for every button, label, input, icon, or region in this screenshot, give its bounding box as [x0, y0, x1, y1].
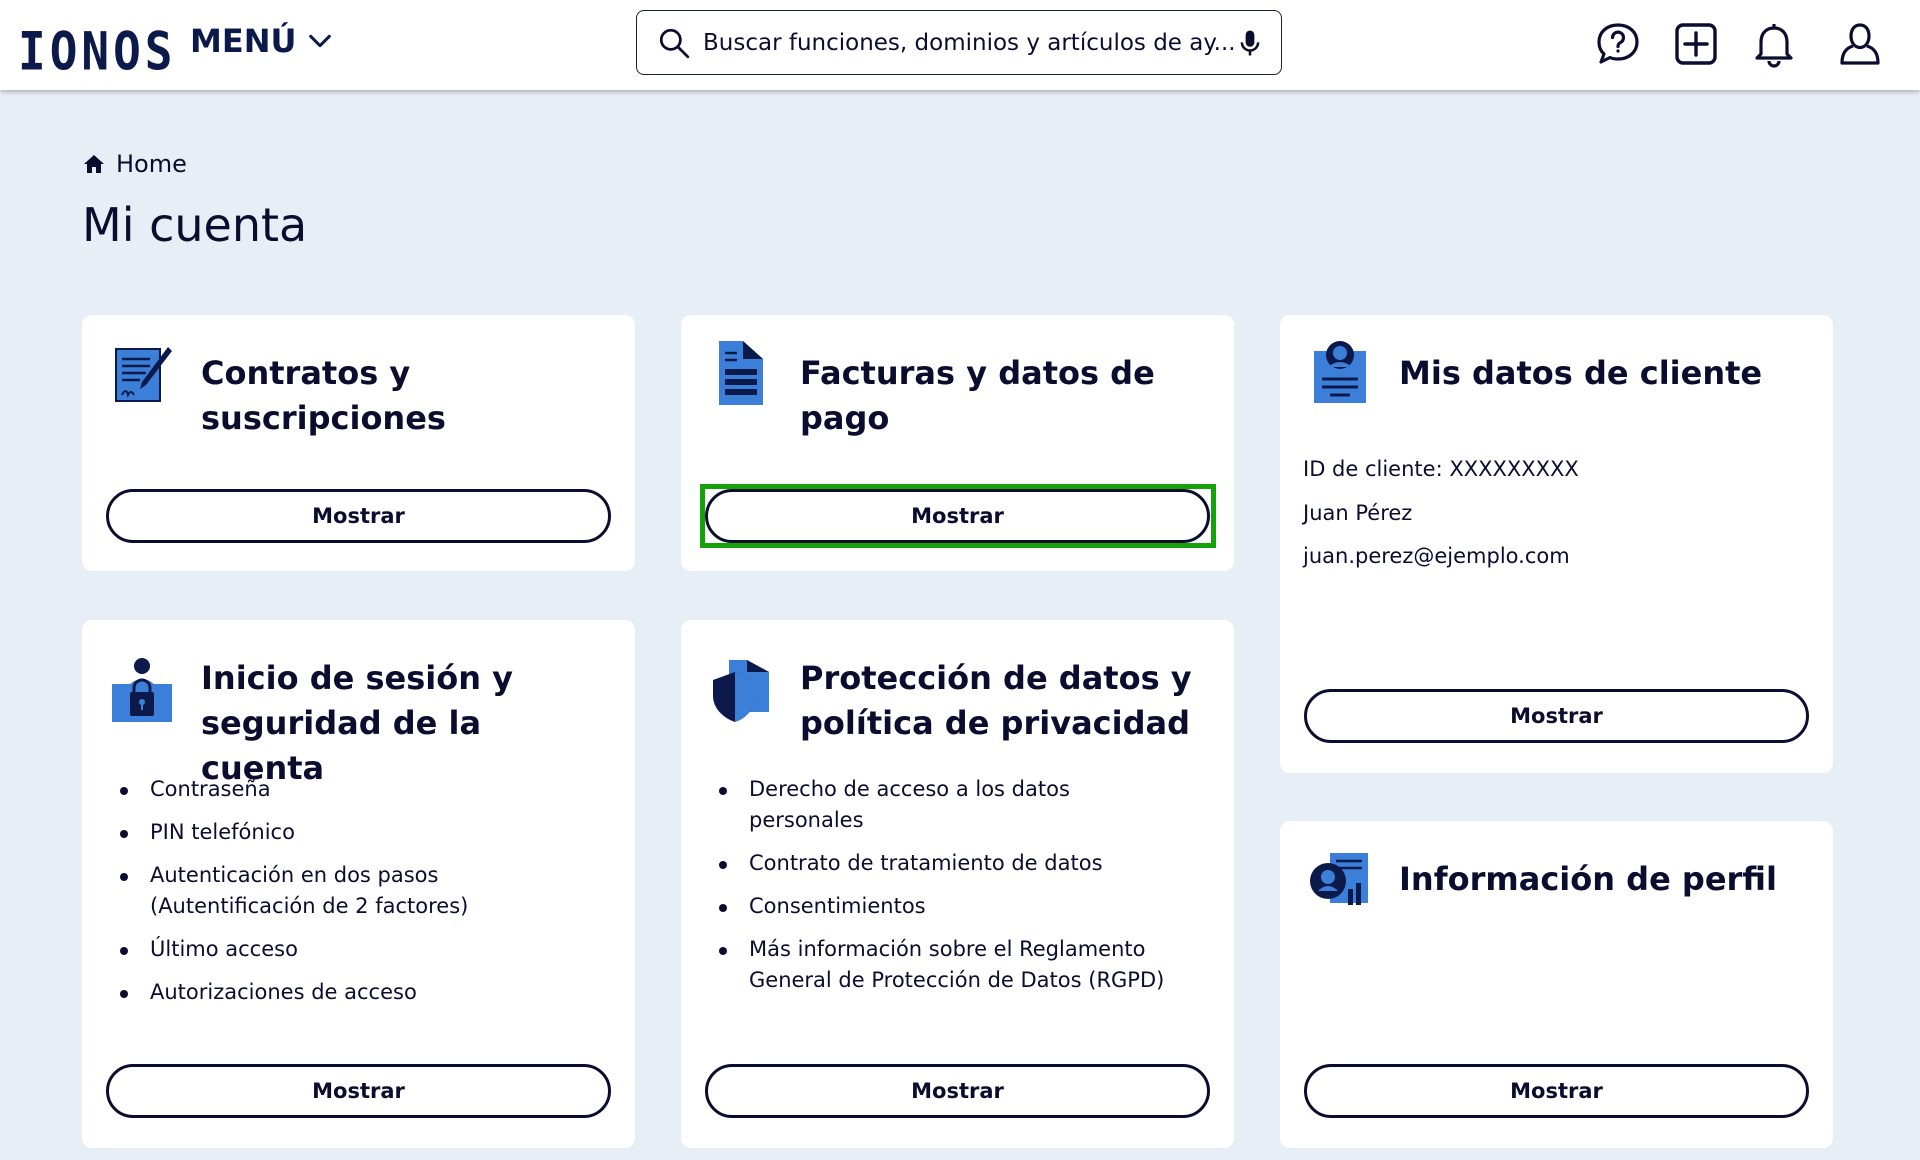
user-account-icon[interactable] — [1836, 20, 1884, 68]
card-title: Facturas y datos de pago — [800, 354, 1155, 437]
card-title: Mis datos de cliente — [1399, 354, 1763, 392]
card-facturas: Facturas y datos de pago Mostrar — [681, 315, 1234, 571]
card-title: Contratos y suscripciones — [201, 354, 446, 437]
search-box[interactable] — [636, 10, 1282, 75]
menu-label: MENÚ — [190, 22, 297, 60]
list-item: PIN telefónico — [120, 817, 590, 848]
customer-id-icon — [1314, 341, 1366, 403]
list-item: Último acceso — [120, 934, 590, 965]
customer-name: Juan Pérez — [1303, 500, 1413, 525]
list-item: Consentimientos — [719, 891, 1189, 922]
list-item: Autorizaciones de acceso — [120, 977, 590, 1008]
chevron-down-icon — [309, 34, 332, 48]
mostrar-facturas-button[interactable]: Mostrar — [705, 489, 1210, 543]
list-item: Contrato de tratamiento de datos — [719, 848, 1189, 879]
add-square-icon[interactable] — [1672, 20, 1720, 68]
home-icon — [84, 155, 104, 173]
notification-bell-icon[interactable] — [1750, 20, 1798, 68]
list-item: Derecho de acceso a los datos personales — [719, 774, 1189, 836]
security-lock-icon — [112, 658, 172, 722]
mostrar-cliente-button[interactable]: Mostrar — [1304, 689, 1809, 743]
list-item: Autenticación en dos pasos (Autentificac… — [120, 860, 590, 922]
card-title: Protección de datos y política de privac… — [800, 659, 1192, 742]
customer-email: juan.perez@ejemplo.com — [1303, 544, 1570, 568]
card-proteccion: Protección de datos y política de privac… — [681, 620, 1234, 1148]
card-title: Información de perfil — [1399, 860, 1777, 898]
card-contratos: Contratos y suscripciones Mostrar — [82, 315, 635, 571]
card-seguridad: Inicio de sesión y seguridad de la cuent… — [82, 620, 635, 1148]
card-perfil: Información de perfil Mostrar — [1280, 821, 1833, 1148]
customer-id: ID de cliente: XXXXXXXXX — [1303, 457, 1579, 481]
security-feature-list: Contraseña PIN telefónico Autenticación … — [120, 774, 590, 1020]
breadcrumb-home-link[interactable]: Home — [116, 150, 187, 178]
page-title: Mi cuenta — [82, 198, 308, 252]
ionos-logo[interactable]: IONOS — [18, 20, 176, 82]
card-title: Inicio de sesión y seguridad de la cuent… — [201, 659, 513, 787]
profile-info-icon — [1310, 853, 1368, 905]
card-cliente: Mis datos de cliente ID de cliente: XXXX… — [1280, 315, 1833, 773]
top-header: IONOS MENÚ — [0, 0, 1920, 90]
mostrar-proteccion-button[interactable]: Mostrar — [705, 1064, 1210, 1118]
privacy-feature-list: Derecho de acceso a los datos personales… — [719, 774, 1189, 1008]
search-icon[interactable] — [657, 26, 691, 60]
menu-button[interactable]: MENÚ — [190, 22, 334, 60]
mostrar-contratos-button[interactable]: Mostrar — [106, 489, 611, 543]
mostrar-seguridad-button[interactable]: Mostrar — [106, 1064, 611, 1118]
help-chat-icon[interactable] — [1594, 20, 1642, 68]
list-item: Contraseña — [120, 774, 590, 805]
mostrar-perfil-button[interactable]: Mostrar — [1304, 1064, 1809, 1118]
search-input[interactable] — [703, 29, 1235, 56]
breadcrumb: Home — [82, 150, 187, 178]
invoice-icon — [719, 341, 763, 405]
contract-icon — [115, 347, 172, 402]
list-item: Más información sobre el Reglamento Gene… — [719, 934, 1189, 996]
microphone-icon[interactable] — [1235, 28, 1265, 58]
customer-info: ID de cliente: XXXXXXXXX Juan Pérez juan… — [1303, 448, 1579, 579]
shield-document-icon — [713, 660, 769, 722]
